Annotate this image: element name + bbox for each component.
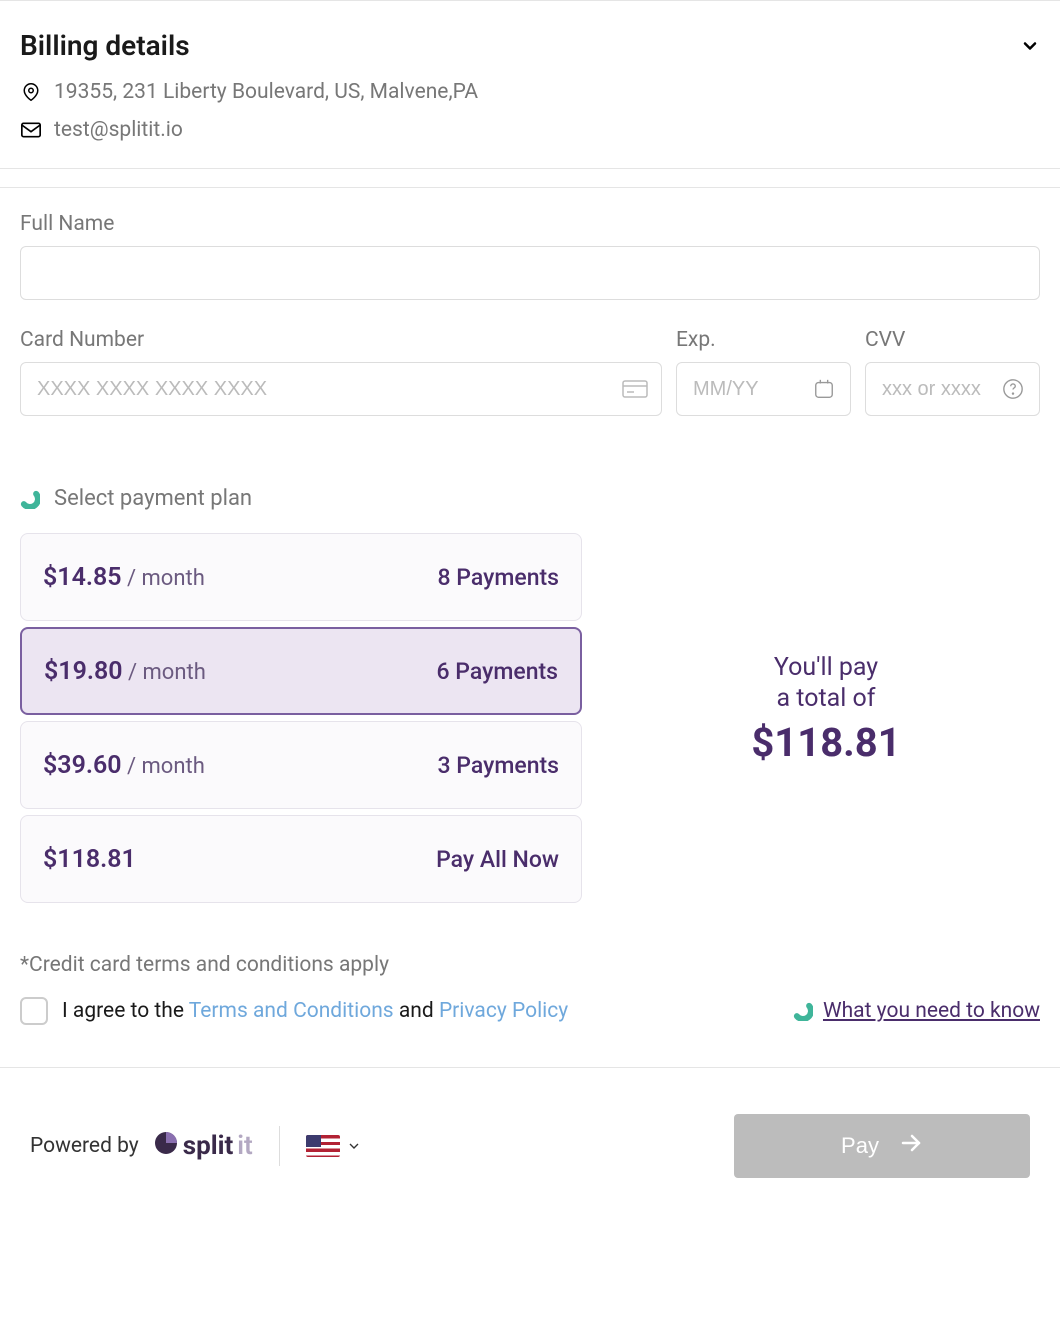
brand-text-split: split bbox=[183, 1131, 234, 1161]
agree-row: I agree to the Terms and Conditions and … bbox=[0, 977, 1060, 1057]
payment-plan-section: Select payment plan $14.85 / month 8 Paym… bbox=[0, 486, 1060, 923]
billing-title: Billing details bbox=[20, 29, 190, 62]
email-icon bbox=[20, 122, 42, 138]
billing-header[interactable]: Billing details bbox=[20, 29, 1040, 62]
billing-address-text: 19355, 231 Liberty Boulevard, US, Malven… bbox=[54, 80, 478, 104]
total-amount: $118.81 bbox=[612, 719, 1040, 766]
plan-header-text: Select payment plan bbox=[54, 486, 252, 511]
chevron-down-icon[interactable] bbox=[1020, 36, 1040, 56]
credit-card-icon bbox=[622, 379, 648, 399]
agree-and: and bbox=[394, 999, 439, 1023]
plan-price: $118.81 bbox=[43, 845, 136, 874]
brand-logo: splitit bbox=[153, 1130, 253, 1163]
billing-details-section: Billing details 19355, 231 Liberty Boule… bbox=[0, 0, 1060, 169]
total-line1: You'll pay bbox=[612, 653, 1040, 682]
plan-option[interactable]: $39.60 / month 3 Payments bbox=[20, 721, 582, 809]
plan-list: $14.85 / month 8 Payments $19.80 / month 6 … bbox=[20, 533, 582, 903]
cvv-field-group: CVV bbox=[865, 328, 1040, 416]
privacy-link[interactable]: Privacy Policy bbox=[439, 999, 568, 1023]
agree-prefix: I agree to the bbox=[62, 999, 189, 1023]
brand-logo-icon bbox=[153, 1130, 179, 1163]
plan-count: 3 Payments bbox=[438, 752, 560, 779]
plan-period: / month bbox=[123, 660, 206, 685]
card-number-label: Card Number bbox=[20, 328, 662, 352]
payment-form-section: Full Name Card Number Exp. CVV bbox=[0, 187, 1060, 436]
us-flag-icon bbox=[306, 1135, 340, 1157]
splitit-mark-icon bbox=[793, 1001, 813, 1021]
plan-period: / month bbox=[122, 754, 205, 779]
billing-email-text: test@splitit.io bbox=[54, 118, 183, 142]
plan-header: Select payment plan bbox=[20, 486, 1040, 511]
pay-button[interactable]: Pay bbox=[734, 1114, 1030, 1178]
divider bbox=[279, 1126, 280, 1166]
total-summary: You'll pay a total of $118.81 bbox=[612, 533, 1040, 766]
plan-count: 8 Payments bbox=[438, 564, 560, 591]
exp-label: Exp. bbox=[676, 328, 851, 352]
arrow-right-icon bbox=[899, 1131, 923, 1161]
card-row: Card Number Exp. CVV bbox=[20, 328, 1040, 416]
full-name-field-group: Full Name bbox=[20, 212, 1040, 300]
plan-count: Pay All Now bbox=[436, 846, 559, 873]
billing-email-row: test@splitit.io bbox=[20, 118, 1040, 142]
language-selector[interactable] bbox=[306, 1135, 362, 1157]
brand-text-it: it bbox=[237, 1131, 253, 1161]
chevron-down-icon bbox=[346, 1138, 362, 1154]
full-name-label: Full Name bbox=[20, 212, 1040, 236]
terms-link[interactable]: Terms and Conditions bbox=[189, 999, 394, 1023]
pay-button-label: Pay bbox=[841, 1133, 879, 1159]
card-number-field-group: Card Number bbox=[20, 328, 662, 416]
plan-count: 6 Payments bbox=[437, 658, 559, 685]
plan-price: $39.60 bbox=[43, 751, 122, 780]
cvv-label: CVV bbox=[865, 328, 1040, 352]
footer: Powered by splitit Pay bbox=[0, 1067, 1060, 1224]
plan-period: / month bbox=[122, 566, 205, 591]
plan-price: $14.85 bbox=[43, 563, 122, 592]
card-number-input[interactable] bbox=[20, 362, 662, 416]
agree-text: I agree to the Terms and Conditions and … bbox=[62, 999, 568, 1023]
calendar-icon bbox=[811, 379, 837, 399]
plan-option[interactable]: $118.81 Pay All Now bbox=[20, 815, 582, 903]
total-line2: a total of bbox=[612, 684, 1040, 713]
what-you-need-to-know-link[interactable]: What you need to know bbox=[793, 999, 1040, 1023]
exp-field-group: Exp. bbox=[676, 328, 851, 416]
plan-option[interactable]: $19.80 / month 6 Payments bbox=[20, 627, 582, 715]
agree-checkbox[interactable] bbox=[20, 997, 48, 1025]
footer-left: Powered by splitit bbox=[30, 1126, 362, 1166]
powered-by-text: Powered by bbox=[30, 1134, 139, 1158]
plan-option[interactable]: $14.85 / month 8 Payments bbox=[20, 533, 582, 621]
plan-price: $19.80 bbox=[44, 657, 123, 686]
terms-note: *Credit card terms and conditions apply bbox=[0, 953, 1060, 977]
location-pin-icon bbox=[20, 81, 42, 103]
splitit-mark-icon bbox=[20, 489, 40, 509]
help-icon[interactable] bbox=[1000, 379, 1026, 399]
full-name-input[interactable] bbox=[20, 246, 1040, 300]
know-link-text: What you need to know bbox=[823, 999, 1040, 1023]
billing-address-row: 19355, 231 Liberty Boulevard, US, Malven… bbox=[20, 80, 1040, 104]
